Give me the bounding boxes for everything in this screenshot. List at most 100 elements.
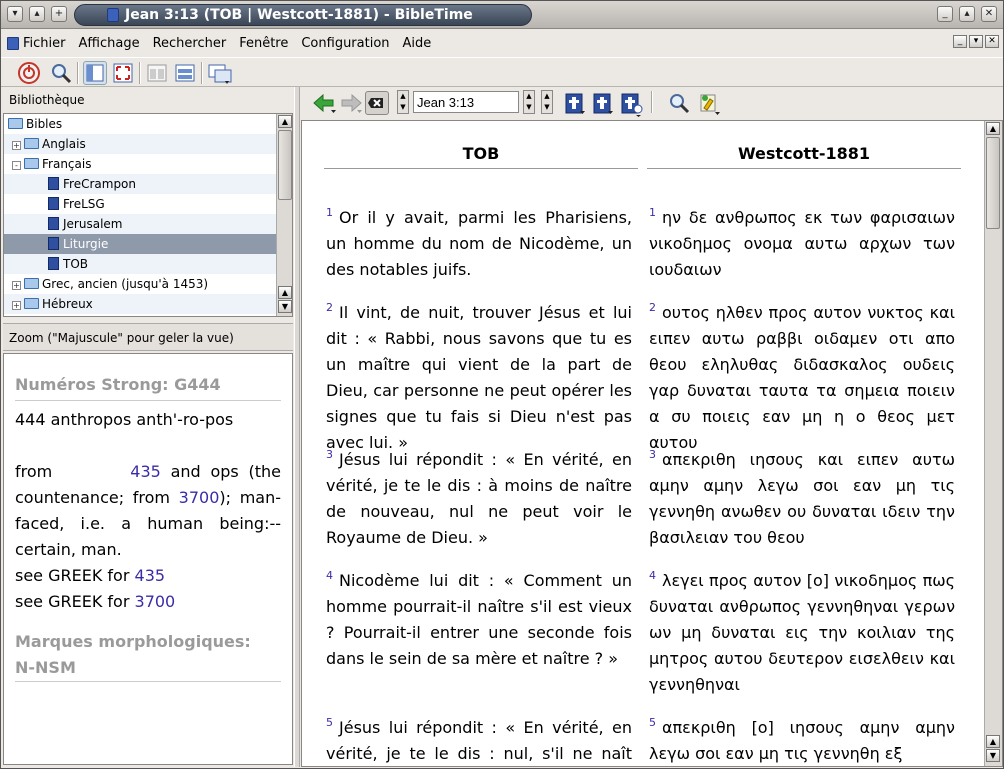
tree-item-francais[interactable]: - Français [4, 154, 276, 174]
window-arrangement-icon[interactable] [207, 61, 232, 85]
verse[interactable]: 4 Nicodème lui dit : « Comment un homme p… [324, 563, 634, 672]
search-icon[interactable] [49, 61, 73, 85]
document-icon [7, 36, 19, 50]
folder-icon [24, 298, 39, 309]
bible-book-icon [48, 257, 59, 270]
tree-item-liturgie[interactable]: Liturgie [4, 234, 276, 254]
tree-item-hebreux[interactable]: + Hébreux [4, 294, 276, 314]
tile-vertical-icon[interactable] [145, 61, 169, 85]
main-window: ▾ ▴ + Jean 3:13 (TOB | Westcott-1881) - … [0, 0, 1004, 769]
verse[interactable]: 1 ην δε ανθρωπος εκ των φαρισαιων νικοδημ… [647, 200, 957, 283]
see-greek-link-435[interactable]: 435 [135, 566, 166, 585]
reader-column-tob: TOB 1 Or il y avait, parmi les Pharisiens… [324, 121, 638, 763]
verse[interactable]: 2 ουτος ηλθεν προς αυτον νυκτος και ειπεν… [647, 295, 957, 456]
expand-icon[interactable]: + [12, 301, 21, 310]
bible-module-icon[interactable] [563, 91, 587, 115]
tree-item-frelsg[interactable]: FreLSG [4, 194, 276, 214]
close-icon[interactable]: ✕ [981, 6, 997, 22]
window-menu-icon[interactable]: ▾ [7, 6, 23, 22]
tree-item-grec[interactable]: + Grec, ancien (jusqu'à 1453) [4, 274, 276, 294]
scroll-down-icon[interactable]: ▼ [986, 749, 1000, 762]
tile-horizontal-icon[interactable] [173, 61, 197, 85]
menu-rechercher[interactable]: Rechercher [153, 36, 227, 51]
folder-icon [24, 138, 39, 149]
strong-entry: 444 anthropos anth'-ro-pos [15, 410, 234, 429]
mdi-close-icon[interactable]: ✕ [985, 35, 999, 48]
reference-input[interactable] [413, 91, 519, 113]
reader-column-westcott: Westcott-1881 1 ην δε ανθρωπος εκ των φαρ… [647, 121, 961, 763]
tree-item-jerusalem[interactable]: Jerusalem [4, 214, 276, 234]
verse[interactable]: 4 λεγει προς αυτον [ο] νικοδημος πως δυνα… [647, 563, 957, 698]
maximize-icon[interactable]: ▴ [959, 6, 975, 22]
scroll-up-icon[interactable]: ▲ [278, 286, 292, 299]
show-library-icon[interactable] [83, 61, 107, 85]
verse[interactable]: 5 Jésus lui répondit : « En vérité, en vé… [324, 710, 634, 766]
scroll-down-icon[interactable]: ▼ [278, 300, 292, 313]
title-bar: ▾ ▴ + Jean 3:13 (TOB | Westcott-1881) - … [1, 1, 1003, 29]
scroll-up-icon[interactable]: ▲ [986, 735, 1000, 748]
mdi-minimize-icon[interactable]: _ [953, 35, 967, 48]
menu-fichier[interactable]: Fichier [23, 36, 66, 51]
bible-book-icon [48, 197, 59, 210]
verse[interactable]: 5 απεκριθη [ο] ιησους αμην αμην λεγω σοι … [647, 710, 957, 766]
column-header: Westcott-1881 [647, 121, 961, 169]
tree-item-tob[interactable]: TOB [4, 254, 276, 274]
collapse-icon[interactable]: - [12, 161, 21, 170]
reader-scrollbar[interactable]: ▲ ▲ ▼ [984, 121, 1002, 766]
add-module-icon[interactable] [619, 91, 643, 117]
menu-configuration[interactable]: Configuration [301, 36, 389, 51]
bibletime-app-icon [107, 8, 119, 22]
stepper-up-icon: ▲ [544, 92, 550, 100]
mdi-restore-icon[interactable]: ▾ [969, 35, 983, 48]
strong-link-435[interactable]: 435 [130, 462, 161, 481]
fullscreen-icon[interactable] [111, 61, 135, 85]
scroll-thumb[interactable] [986, 137, 1000, 229]
expand-icon[interactable]: + [12, 141, 21, 150]
library-tree[interactable]: Bibles + Anglais - Français FreCrampon Fre… [3, 113, 293, 317]
library-header: Bibliothèque [3, 89, 293, 113]
zoom-header: Zoom ("Majuscule" pour geler la vue) [3, 323, 293, 351]
sticky-icon[interactable]: + [51, 6, 67, 22]
chapter-stepper[interactable]: ▲ ▼ [523, 90, 535, 114]
see-greek-line: see GREEK for 3700 [15, 592, 176, 611]
search-in-modules-icon[interactable] [667, 91, 691, 115]
scroll-thumb[interactable] [278, 130, 292, 200]
see-greek-link-3700[interactable]: 3700 [135, 592, 176, 611]
morph-heading: Marques morphologiques: [15, 632, 251, 651]
verse[interactable]: 3 απεκριθη ιησους και ειπεν αυτω αμην αμη… [647, 442, 957, 551]
strong-definition: from 435 and ops (the countenance; from … [15, 462, 282, 559]
quit-icon[interactable] [17, 61, 41, 85]
toolbar-separator [139, 62, 141, 84]
clear-reference-icon[interactable] [365, 91, 389, 115]
display-options-icon[interactable] [697, 91, 721, 115]
bible-module-icon[interactable] [591, 91, 615, 115]
verse[interactable]: 1 Or il y avait, parmi les Pharisiens, un… [324, 200, 634, 283]
menu-affichage[interactable]: Affichage [79, 36, 140, 51]
minimize-icon[interactable]: _ [937, 6, 953, 22]
stepper-down-icon: ▼ [526, 103, 532, 111]
menu-fenetre[interactable]: Fenêtre [239, 36, 288, 51]
forward-arrow-icon[interactable] [339, 91, 363, 115]
verse[interactable]: 3 Jésus lui répondit : « En vérité, en vé… [324, 442, 634, 551]
verse-stepper[interactable]: ▲ ▼ [541, 90, 553, 114]
tree-item-frecrampon[interactable]: FreCrampon [4, 174, 276, 194]
scroll-up-icon[interactable]: ▲ [278, 115, 292, 128]
pane-splitter[interactable] [294, 87, 300, 767]
library-scrollbar[interactable]: ▲ ▲ ▼ [276, 114, 292, 316]
back-arrow-icon[interactable] [311, 91, 336, 115]
verse[interactable]: 2 Il vint, de nuit, trouver Jésus et lui … [324, 295, 634, 456]
scroll-up-icon[interactable]: ▲ [986, 122, 1000, 135]
tree-item-bibles[interactable]: Bibles [4, 114, 276, 134]
toolbar-separator [201, 62, 203, 84]
shade-icon[interactable]: ▴ [29, 6, 45, 22]
menu-aide[interactable]: Aide [403, 36, 432, 51]
stepper-down-icon: ▼ [544, 103, 550, 111]
toolbar-separator [651, 91, 653, 113]
expand-icon[interactable]: + [12, 281, 21, 290]
morph-value: N-NSM [15, 655, 281, 682]
strong-link-3700[interactable]: 3700 [179, 488, 220, 507]
tree-item-anglais[interactable]: + Anglais [4, 134, 276, 154]
book-stepper[interactable]: ▲ ▼ [397, 90, 409, 114]
stepper-down-icon: ▼ [400, 103, 406, 111]
column-header: TOB [324, 121, 638, 169]
